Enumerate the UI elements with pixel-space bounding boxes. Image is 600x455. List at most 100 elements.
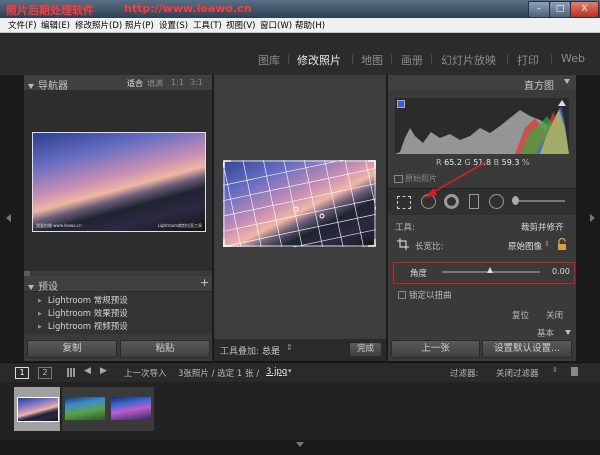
- angle-slider-thumb[interactable]: [487, 267, 493, 273]
- crop-tool-icon[interactable]: [397, 196, 411, 209]
- collapse-left-arrow-icon[interactable]: [6, 214, 11, 222]
- minimize-button[interactable]: –: [528, 1, 550, 18]
- aspect-select[interactable]: 原始图像: [508, 240, 542, 252]
- tool-overlay-label: 工具叠加:: [220, 347, 260, 357]
- paste-button[interactable]: 粘贴: [120, 340, 210, 358]
- menu-file[interactable]: 文件(F): [8, 19, 37, 31]
- radial-filter-icon[interactable]: [489, 194, 504, 209]
- constrain-checkbox[interactable]: [398, 291, 406, 299]
- menu-edit[interactable]: 编辑(E): [41, 19, 70, 31]
- module-print[interactable]: 打印: [517, 52, 539, 68]
- close-button[interactable]: X: [570, 1, 599, 18]
- checkbox-original[interactable]: [394, 175, 403, 183]
- module-separator: |: [390, 54, 394, 65]
- menu-photo[interactable]: 照片(P): [125, 19, 154, 31]
- previous-button[interactable]: 上一张: [391, 340, 480, 358]
- preset-item[interactable]: Lightroom 效果预设: [38, 307, 128, 319]
- histogram-graph: [395, 98, 569, 154]
- source-label[interactable]: 上一次导入: [124, 367, 167, 379]
- crop-overlay-icon[interactable]: [397, 238, 409, 250]
- crop-grid: [223, 160, 376, 247]
- brush-slider[interactable]: [513, 200, 565, 202]
- done-button[interactable]: 完成: [349, 342, 382, 357]
- lock-icon[interactable]: [557, 237, 567, 250]
- window-url: http://www.leawo.cn: [124, 2, 252, 15]
- module-map[interactable]: 地图: [361, 52, 383, 68]
- menu-develop[interactable]: 修改照片(D): [75, 19, 122, 31]
- expand-triangle-icon: [564, 79, 570, 84]
- menu-help[interactable]: 帮助(H): [295, 19, 325, 31]
- filmstrip: [0, 382, 600, 440]
- navigator-thumbnail[interactable]: 我爱拍摄 www.leawo.cn Lightroom裁剪拉直工具: [32, 132, 206, 232]
- filmstrip-thumbnail: [17, 397, 59, 422]
- module-slideshow[interactable]: 幻灯片放映: [441, 52, 496, 68]
- menu-view[interactable]: 视图(V): [226, 19, 255, 31]
- presets-header[interactable]: 预设 +: [24, 276, 212, 293]
- collapse-right-arrow-icon[interactable]: [590, 214, 595, 222]
- constrain-label: 锁定以扭曲: [409, 291, 452, 301]
- filter-lock-icon[interactable]: [571, 367, 578, 376]
- histogram-curves: [395, 106, 569, 154]
- set-default-button[interactable]: 设置默认设置...: [482, 340, 572, 358]
- filter-label: 过滤器:: [450, 369, 479, 379]
- tool-overlay-select[interactable]: 总是: [262, 344, 280, 357]
- dropdown-arrow-icon: ⇕: [544, 240, 550, 248]
- dropdown-arrow-icon: ▾: [288, 367, 292, 375]
- back-arrow-icon[interactable]: ◀: [84, 366, 91, 376]
- filename-label[interactable]: 3.jpg: [266, 367, 287, 377]
- module-library[interactable]: 图库: [258, 52, 280, 68]
- b-label: B: [493, 158, 500, 167]
- photo-count: 3张照片 / 选定 1 张 /: [178, 369, 260, 379]
- filmstrip-toolbar: 1 2 ◀ ▶ 上一次导入 3张照片 / 选定 1 张 / 3.jpg ▾ 过滤…: [0, 362, 600, 383]
- menu-tools[interactable]: 工具(T): [193, 19, 222, 31]
- histogram-header[interactable]: 直方图: [388, 75, 576, 92]
- navigator-header[interactable]: 导航器 适合 填满 1:1 3:1: [24, 75, 212, 92]
- module-separator: |: [287, 54, 291, 65]
- page-2-button[interactable]: 2: [38, 367, 52, 379]
- close-crop-button[interactable]: 关闭: [546, 309, 563, 321]
- add-preset-button[interactable]: +: [200, 276, 209, 289]
- tool-name: 裁剪并修齐: [521, 223, 564, 233]
- menu-window[interactable]: 窗口(W): [260, 19, 292, 31]
- title-bar: 照片后期处理软件 http://www.leawo.cn – □ X: [0, 0, 600, 18]
- angle-value[interactable]: 0.00: [552, 267, 570, 276]
- zoom-fit[interactable]: 适合: [127, 78, 143, 89]
- maximize-button[interactable]: □: [549, 1, 571, 18]
- reset-button[interactable]: 复位: [512, 309, 529, 321]
- module-separator: |: [430, 54, 434, 65]
- presets-list: Lightroom 常规预设 Lightroom 效果预设 Lightroom …: [24, 292, 212, 334]
- preset-item[interactable]: Lightroom 常规预设: [38, 294, 128, 306]
- crop-frame[interactable]: [223, 160, 376, 247]
- grid-icon[interactable]: [67, 368, 76, 377]
- module-web[interactable]: Web: [561, 52, 585, 65]
- adjustment-brush-icon[interactable]: [512, 196, 519, 205]
- menu-settings[interactable]: 设置(S): [159, 19, 188, 31]
- basic-section-header[interactable]: 基本: [537, 327, 554, 339]
- expand-triangle-icon: [565, 330, 571, 335]
- expand-triangle-icon: [28, 83, 34, 89]
- collapse-bottom-arrow-icon[interactable]: [296, 442, 304, 447]
- zoom-3-1[interactable]: 3:1: [190, 78, 203, 87]
- center-toolbar: 工具叠加: 总是 ⇕ 完成: [214, 339, 386, 361]
- highlight-clipping-icon[interactable]: [558, 100, 566, 106]
- filmstrip-cell-selected[interactable]: [14, 387, 60, 431]
- copy-button[interactable]: 复制: [27, 340, 117, 358]
- page-1-button[interactable]: 1: [15, 367, 29, 379]
- shadow-clipping-icon[interactable]: [397, 100, 405, 108]
- filter-select[interactable]: 关闭过滤器: [496, 367, 539, 379]
- module-separator: |: [550, 54, 554, 65]
- module-book[interactable]: 画册: [401, 52, 423, 68]
- module-develop[interactable]: 修改照片: [297, 52, 341, 68]
- zoom-1-1[interactable]: 1:1: [171, 78, 184, 87]
- zoom-fill[interactable]: 填满: [147, 78, 163, 89]
- filmstrip-thumbnail: [111, 397, 151, 420]
- filmstrip-cell[interactable]: [108, 387, 154, 431]
- forward-arrow-icon[interactable]: ▶: [100, 366, 107, 376]
- module-bar: 图库 | 修改照片 | 地图 | 画册 | 幻灯片放映 | 打印 | Web: [0, 33, 600, 75]
- filmstrip-cell[interactable]: [62, 387, 108, 431]
- angle-label: 角度: [410, 269, 428, 279]
- preset-item[interactable]: Lightroom 视频预设: [38, 320, 128, 332]
- dropdown-arrow-icon: ⇕: [552, 366, 558, 374]
- module-separator: |: [506, 54, 510, 65]
- expand-triangle-icon: [28, 284, 34, 290]
